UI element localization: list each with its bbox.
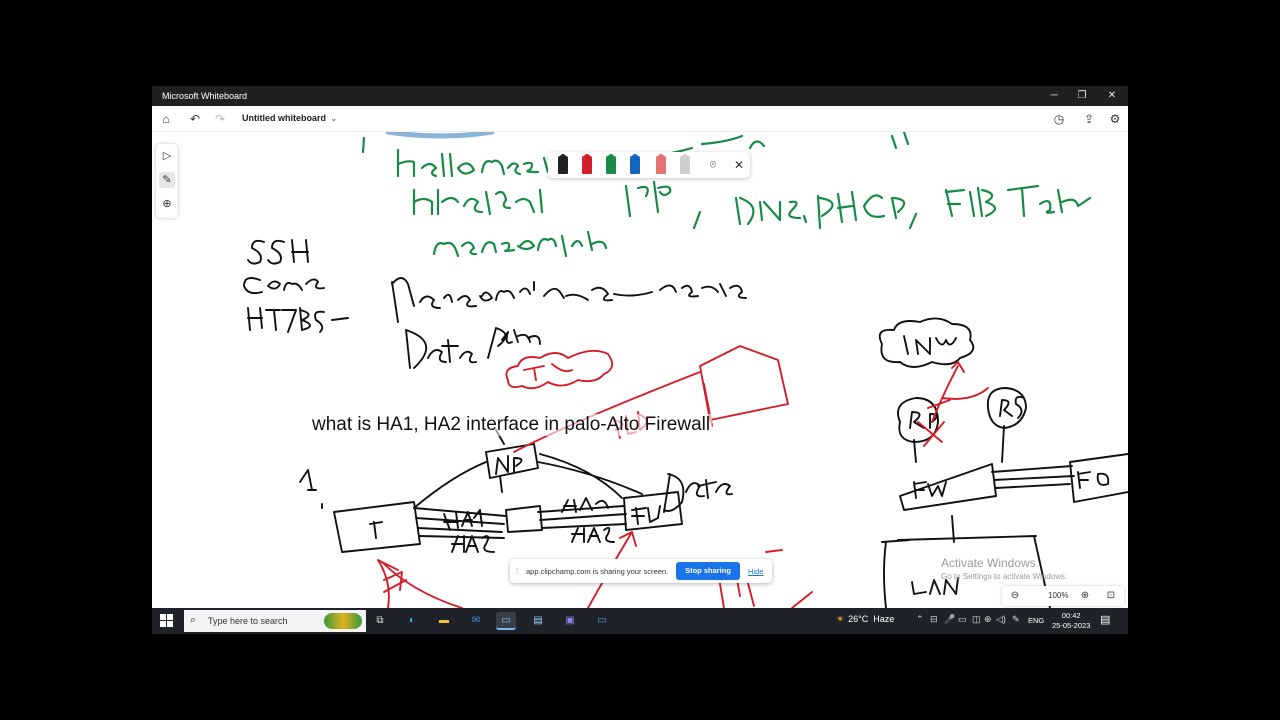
notepad-icon[interactable]: ▤ (528, 612, 548, 630)
network-icon[interactable]: ⊕ (984, 614, 992, 625)
close-icon[interactable]: ✕ (732, 157, 746, 173)
weather-widget[interactable]: ☀ 26°C Haze (836, 614, 894, 625)
windows-taskbar: ⌕ Type here to search ⧉ ◐ ▬ ✉ ▭ ▤ ▣ ▭ ☀ 2… (152, 608, 1128, 634)
video-caption: what is HA1, HA2 interface in palo-Alto … (310, 414, 713, 436)
activate-windows-watermark: Activate Windows Go to Settings to activ… (941, 556, 1067, 581)
file-explorer-icon[interactable]: ▬ (434, 612, 454, 630)
eraser-tool[interactable] (680, 154, 690, 174)
settings-icon[interactable]: ⚙ (1107, 111, 1123, 127)
highlighter-pen[interactable] (656, 154, 666, 174)
display-icon[interactable]: ◫ (972, 614, 981, 625)
screen-share-bar: ⁞ app.clipchamp.com is sharing your scre… (510, 559, 772, 583)
timer-icon[interactable]: ◷ (1051, 111, 1067, 127)
pen-tray: ⌾ ✕ (548, 152, 750, 178)
redo-icon[interactable]: ↷ (212, 111, 228, 127)
zoom-level: 100% (1048, 591, 1069, 600)
maximize-button[interactable]: ❐ (1074, 89, 1090, 103)
pen-red[interactable] (582, 154, 592, 174)
edge-icon[interactable]: ◐ (402, 612, 422, 630)
board-title-dropdown[interactable]: Untitled whiteboard ⌄ (242, 113, 338, 124)
window-title: Microsoft Whiteboard (162, 91, 248, 101)
search-icon: ⌕ (190, 614, 197, 626)
fit-to-screen-icon[interactable]: ⊡ (1104, 589, 1118, 603)
share-message: app.clipchamp.com is sharing your screen… (526, 567, 669, 576)
whiteboard-icon[interactable]: ▭ (496, 612, 516, 630)
pen-green[interactable] (606, 154, 616, 174)
pen-black[interactable] (558, 154, 568, 174)
weather-temp: 26°C (848, 614, 869, 624)
home-icon[interactable]: ⌂ (158, 111, 174, 127)
pen-menu-icon[interactable]: ✎ (1012, 614, 1020, 625)
weather-condition: Haze (873, 614, 895, 624)
watermark-title: Activate Windows (941, 556, 1036, 570)
lasso-select-icon[interactable]: ⌾ (706, 157, 720, 173)
remote-desktop-icon[interactable]: ▭ (592, 612, 612, 630)
zoom-in-icon[interactable]: ⊕ (1078, 589, 1092, 603)
title-bar: Microsoft Whiteboard ─ ❐ ✕ (152, 86, 1128, 106)
undo-icon[interactable]: ↶ (187, 111, 203, 127)
board-title: Untitled whiteboard (242, 113, 326, 123)
zoom-controls: ⊖ 100% ⊕ ⊡ (1002, 586, 1124, 606)
taskbar-search-box[interactable]: ⌕ Type here to search (184, 610, 366, 632)
whiteboard-canvas[interactable] (152, 132, 1128, 608)
minimize-button[interactable]: ─ (1046, 89, 1062, 103)
add-item-icon[interactable]: ⊕ (159, 196, 175, 212)
chevron-down-icon: ⌄ (330, 113, 338, 123)
notifications-icon[interactable]: ▤ (1100, 613, 1110, 626)
sun-icon: ☀ (836, 614, 845, 624)
show-hidden-icons-icon[interactable]: ⌃ (916, 614, 924, 625)
zoom-out-icon[interactable]: ⊖ (1008, 589, 1022, 603)
search-highlight-image (324, 613, 362, 629)
share-icon[interactable]: ⇪ (1081, 111, 1097, 127)
watermark-subtitle: Go to Settings to activate Windows. (941, 572, 1068, 581)
app-toolbar: ⌂ ↶ ↷ Untitled whiteboard ⌄ ◷ ⇪ ⚙ (152, 106, 1128, 132)
hide-link[interactable]: Hide (748, 567, 763, 576)
input-language[interactable]: ENG (1028, 616, 1044, 625)
green-notes (361, 132, 1092, 258)
volume-icon[interactable]: ◁) (996, 614, 1006, 625)
clock-time: 00:42 (1061, 611, 1081, 620)
drag-handle-icon[interactable]: ⁞ (516, 567, 518, 576)
screen: Microsoft Whiteboard ─ ❐ ✕ ⌂ ↶ ↷ Untitle… (152, 86, 1128, 634)
stop-sharing-button[interactable]: Stop sharing (676, 562, 740, 580)
microphone-icon[interactable]: 🎤 (944, 614, 955, 625)
tray-app-icon[interactable]: ⊟ (930, 614, 938, 625)
clock[interactable]: 00:42 25-05-2023 (1052, 611, 1090, 631)
teams-icon[interactable]: ▣ (560, 612, 580, 630)
mail-icon[interactable]: ✉ (466, 612, 486, 630)
pen-tool-icon[interactable]: ✎ (159, 172, 175, 188)
pen-blue[interactable] (630, 154, 640, 174)
task-view-icon[interactable]: ⧉ (370, 612, 390, 630)
search-placeholder: Type here to search (208, 616, 288, 626)
select-pointer-icon[interactable]: ▷ (159, 148, 175, 164)
clock-date: 25-05-2023 (1052, 621, 1091, 630)
handwritten-ink (243, 132, 1128, 608)
battery-icon[interactable]: ▭ (958, 614, 967, 625)
close-button[interactable]: ✕ (1104, 89, 1120, 103)
left-tool-rail: ▷ ✎ ⊕ (156, 144, 178, 218)
windows-start-icon[interactable] (160, 614, 174, 628)
